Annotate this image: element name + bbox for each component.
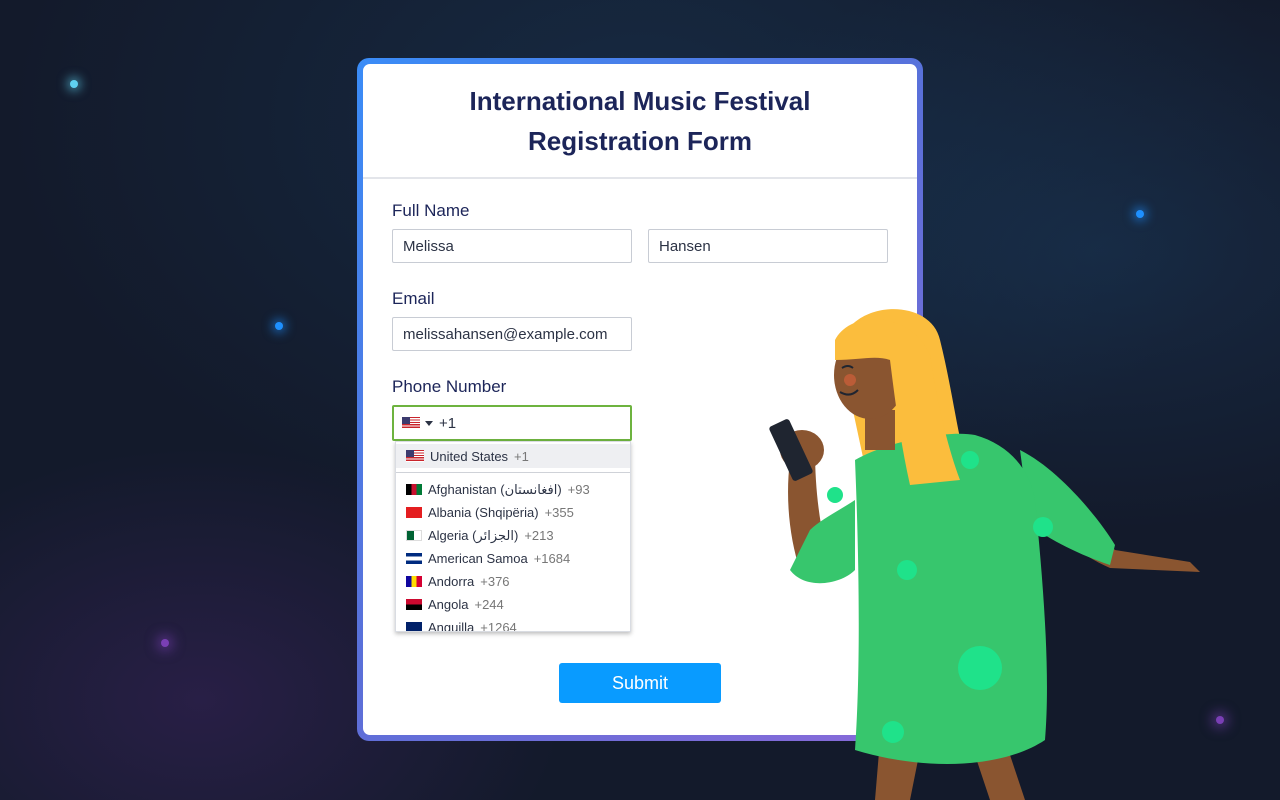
country-dropdown[interactable]: United States +1 Afghanistan (‫افغانستان… bbox=[395, 441, 631, 632]
country-name: American Samoa bbox=[428, 551, 528, 566]
dropdown-divider bbox=[396, 472, 630, 473]
country-option-united-states[interactable]: United States +1 bbox=[396, 444, 630, 468]
phone-value[interactable]: +1 bbox=[439, 415, 456, 432]
phone-label: Phone Number bbox=[392, 377, 507, 396]
form-header: International Music Festival Registratio… bbox=[363, 64, 917, 179]
phone-input[interactable]: +1 bbox=[392, 405, 632, 441]
background-star bbox=[70, 80, 78, 88]
country-code: +1684 bbox=[533, 551, 571, 566]
country-code: +213 bbox=[524, 528, 554, 543]
chevron-down-icon[interactable] bbox=[425, 420, 433, 426]
flag-al-icon bbox=[406, 507, 422, 518]
country-code: +376 bbox=[480, 574, 510, 589]
background-star bbox=[1136, 210, 1144, 218]
country-code: +355 bbox=[544, 505, 574, 520]
country-option-american-samoa[interactable]: American Samoa +1684 bbox=[396, 547, 630, 570]
country-name: Angola bbox=[428, 597, 469, 612]
country-name: Anguilla bbox=[428, 620, 475, 632]
flag-af-icon bbox=[406, 484, 422, 495]
last-name-input[interactable]: Hansen bbox=[648, 229, 888, 263]
country-code: +1 bbox=[514, 448, 529, 464]
country-option-andorra[interactable]: Andorra +376 bbox=[396, 570, 630, 593]
flag-us-icon bbox=[406, 450, 424, 462]
flag-dz-icon bbox=[406, 530, 422, 541]
country-option-algeria[interactable]: Algeria (‫الجزائر‬‎) +213 bbox=[396, 524, 630, 547]
country-name: Afghanistan (‫افغانستان‬‎) bbox=[428, 481, 562, 497]
background-star bbox=[161, 639, 169, 647]
country-name: Algeria (‫الجزائر‬‎) bbox=[428, 527, 519, 543]
submit-button[interactable]: Submit bbox=[559, 663, 721, 703]
country-option-angola[interactable]: Angola +244 bbox=[396, 593, 630, 616]
country-code: +1264 bbox=[480, 620, 517, 632]
flag-ai-icon bbox=[406, 622, 422, 631]
country-option-anguilla[interactable]: Anguilla +1264 bbox=[396, 616, 630, 632]
background-star bbox=[1216, 716, 1224, 724]
country-option-albania[interactable]: Albania (Shqipëria) +355 bbox=[396, 501, 630, 524]
form-title: International Music Festival Registratio… bbox=[469, 85, 811, 156]
flag-as-icon bbox=[406, 553, 422, 564]
country-name: Albania (Shqipëria) bbox=[428, 505, 539, 520]
flag-ao-icon bbox=[406, 599, 422, 610]
email-input[interactable]: melissahansen@example.com bbox=[392, 317, 632, 351]
country-name: United States bbox=[430, 448, 509, 464]
country-code: +93 bbox=[567, 482, 590, 497]
flag-ad-icon bbox=[406, 576, 422, 587]
full-name-label: Full Name bbox=[392, 201, 470, 220]
country-code: +244 bbox=[474, 597, 504, 612]
flag-us-icon[interactable] bbox=[402, 417, 420, 429]
country-name: Andorra bbox=[428, 574, 475, 589]
email-label: Email bbox=[392, 289, 435, 308]
first-name-input[interactable]: Melissa bbox=[392, 229, 632, 263]
woman-with-phone-illustration bbox=[769, 309, 1200, 800]
background-star bbox=[275, 322, 283, 330]
country-option-afghanistan[interactable]: Afghanistan (‫افغانستان‬‎) +93 bbox=[396, 478, 630, 501]
